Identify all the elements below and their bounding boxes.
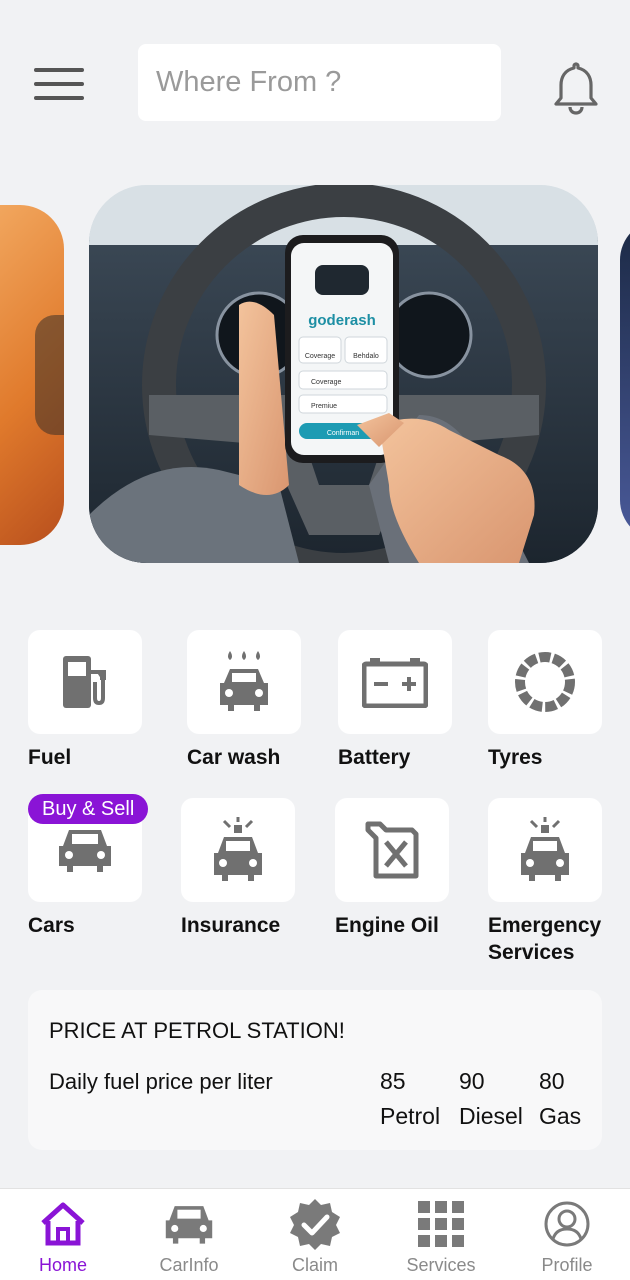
siren-car-icon	[521, 817, 569, 881]
nav-label: Claim	[291, 1255, 338, 1275]
verified-badge-icon	[290, 1199, 340, 1250]
banner-carousel[interactable]: goderash Coverage Behdalo Coverage Premi…	[0, 180, 630, 570]
price-fuel-type: Diesel	[459, 1103, 523, 1129]
category-tyres[interactable]: Tyres	[488, 630, 613, 771]
banner-brand-text: goderash	[308, 312, 376, 329]
banner-phone-row-2: Premiue	[311, 403, 337, 410]
category-label: Car wash	[187, 746, 281, 769]
banner-slide-next[interactable]	[620, 220, 630, 540]
bottom-nav: Home CarInfo Claim Services Profile	[0, 1188, 630, 1280]
price-gas: 80 Gas	[539, 1064, 581, 1134]
banner-slide-previous[interactable]	[0, 205, 64, 545]
category-label: Insurance	[181, 914, 281, 937]
category-battery[interactable]: Battery	[338, 630, 463, 771]
category-emergency-services[interactable]: Emergency Services	[488, 798, 613, 966]
nav-services[interactable]: Services	[378, 1189, 504, 1280]
nav-claim[interactable]: Claim	[252, 1189, 378, 1280]
banner-confirm-button: Confirman	[327, 430, 359, 437]
siren-car-icon	[214, 817, 262, 881]
category-tile[interactable]	[28, 630, 142, 734]
price-fuel-type: Petrol	[380, 1103, 441, 1129]
category-tile[interactable]	[488, 798, 602, 902]
fuel-price-card: PRICE AT PETROL STATION! Daily fuel pric…	[28, 990, 602, 1150]
category-tile[interactable]	[187, 630, 301, 734]
price-value: 90	[459, 1068, 485, 1094]
category-insurance[interactable]: Insurance	[181, 798, 306, 939]
price-card-title: PRICE AT PETROL STATION!	[49, 1018, 345, 1043]
user-icon	[544, 1201, 590, 1247]
nav-label: Home	[38, 1255, 87, 1275]
category-label: Fuel	[28, 746, 72, 769]
battery-icon	[362, 658, 428, 708]
oil-can-icon	[365, 821, 419, 879]
tyre-icon	[515, 652, 575, 712]
category-label: Battery	[338, 746, 411, 769]
price-diesel: 90 Diesel	[459, 1064, 523, 1134]
category-label: Engine Oil	[335, 914, 439, 937]
category-tile[interactable]	[181, 798, 295, 902]
category-cars[interactable]: Buy & Sell Cars	[28, 794, 153, 939]
nav-profile[interactable]: Profile	[504, 1189, 630, 1280]
price-value: 85	[380, 1068, 406, 1094]
banner-phone-button-1: Coverage	[305, 353, 335, 360]
category-engine-oil[interactable]: Engine Oil	[335, 798, 460, 939]
banner-slide-current[interactable]: goderash Coverage Behdalo Coverage Premi…	[89, 185, 598, 563]
price-petrol: 85 Petrol	[380, 1064, 440, 1134]
category-fuel[interactable]: Fuel	[28, 630, 153, 771]
banner-phone-button-2: Behdalo	[353, 353, 379, 360]
category-tile[interactable]	[488, 630, 602, 734]
buy-sell-badge: Buy & Sell	[28, 794, 149, 824]
hamburger-menu-icon[interactable]	[34, 68, 84, 108]
nav-label: Profile	[541, 1255, 593, 1275]
top-bar	[0, 0, 630, 160]
nav-label: CarInfo	[159, 1255, 219, 1275]
price-card-subtitle: Daily fuel price per liter	[49, 1069, 273, 1094]
category-label: Emergency Services	[488, 914, 602, 964]
category-label: Tyres	[488, 746, 543, 769]
grid-icon	[418, 1201, 464, 1247]
nav-label: Services	[406, 1255, 476, 1275]
nav-carinfo[interactable]: CarInfo	[126, 1189, 252, 1280]
category-label: Cars	[28, 914, 75, 937]
banner-phone-row-1: Coverage	[311, 379, 341, 386]
banner-illustration: goderash Coverage Behdalo Coverage Premi…	[89, 185, 598, 563]
car-icon	[165, 1206, 213, 1244]
car-icon	[59, 830, 111, 872]
price-value: 80	[539, 1068, 565, 1094]
car-wash-icon	[220, 651, 268, 711]
category-car-wash[interactable]: Car wash	[187, 630, 312, 771]
fuel-pump-icon	[63, 656, 106, 708]
home-icon	[41, 1202, 85, 1246]
nav-home[interactable]: Home	[0, 1189, 126, 1280]
bell-icon[interactable]	[552, 60, 600, 116]
category-tile[interactable]	[338, 630, 452, 734]
category-tile[interactable]	[335, 798, 449, 902]
search-input[interactable]	[138, 44, 501, 121]
price-fuel-type: Gas	[539, 1103, 582, 1129]
